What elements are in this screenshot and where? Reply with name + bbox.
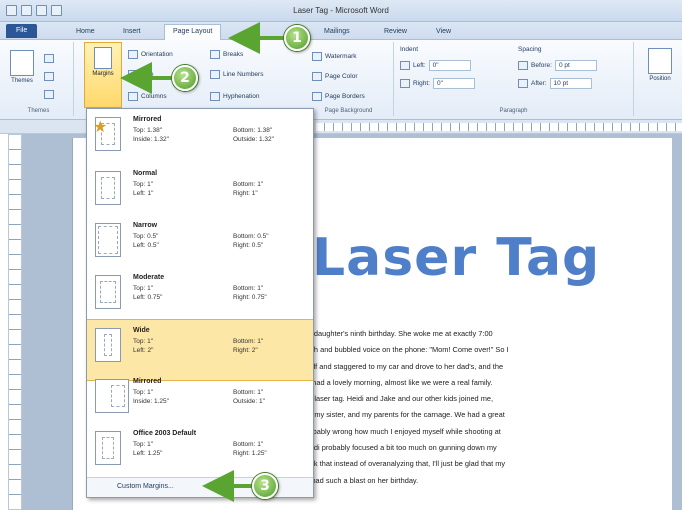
margins-button[interactable]: Margins	[84, 42, 122, 108]
margin-thumbnail	[95, 431, 121, 465]
page-borders-button[interactable]: Page Borders	[312, 92, 365, 101]
indent-left-icon	[400, 61, 410, 70]
spacing-before-icon	[518, 61, 528, 70]
watermark-icon	[312, 52, 322, 61]
indent-right-icon	[400, 79, 410, 88]
body-line: ou had a lovely morning, almost like we …	[302, 377, 493, 387]
title-bar: Laser Tag - Microsoft Word	[0, 0, 682, 22]
callout-3-badge: 3	[252, 473, 278, 499]
columns-icon	[128, 92, 138, 101]
tab-view[interactable]: View	[428, 25, 459, 40]
theme-colors-button[interactable]	[44, 54, 54, 63]
indent-left-row: Left: 0"	[400, 60, 471, 71]
tab-review[interactable]: Review	[376, 25, 415, 40]
indent-label: Indent	[400, 46, 419, 53]
body-line: think that instead of overanalyzing that…	[302, 459, 506, 469]
margin-option-mirrored-last[interactable]: ★ Mirrored Top: 1.38" Inside: 1.32" Bott…	[87, 109, 313, 171]
themes-icon	[10, 50, 34, 76]
ruler-scale	[316, 123, 682, 131]
body-line: ad, my sister, and my parents for the ca…	[302, 410, 505, 420]
theme-colors-icon	[44, 54, 54, 63]
hyphenation-icon	[210, 92, 220, 101]
body-line: Jandi probably focused a bit too much on…	[302, 443, 497, 453]
themes-group: Themes Themes	[4, 42, 74, 116]
columns-button[interactable]: Columns	[128, 92, 167, 101]
document-title[interactable]: Laser Tag	[312, 228, 600, 288]
body-line: probably wrong how much I enjoyed myself…	[302, 426, 501, 436]
body-line: ild had such a blast on her birthday.	[302, 475, 419, 485]
page-background-group: Watermark Page Color Page Borders Page B…	[304, 42, 394, 116]
indent-right-row: Right: 0"	[400, 78, 475, 89]
tab-mailings[interactable]: Mailings	[316, 25, 358, 40]
margins-dropdown: ★ Mirrored Top: 1.38" Inside: 1.32" Bott…	[86, 108, 314, 498]
tab-home[interactable]: Home	[68, 25, 103, 40]
callout-2-badge: 2	[172, 65, 198, 91]
spacing-after-field[interactable]: 10 pt	[549, 78, 592, 89]
theme-fonts-icon	[44, 72, 54, 81]
margin-thumbnail	[95, 275, 121, 309]
spacing-before-field[interactable]: 0 pt	[554, 60, 597, 71]
margin-option-office-2003[interactable]: Office 2003 Default Top: 1" Left: 1.25" …	[87, 423, 313, 485]
tab-file[interactable]: File	[6, 24, 38, 38]
indent-left-field[interactable]: 0"	[428, 60, 471, 71]
window-title: Laser Tag - Microsoft Word	[293, 6, 389, 15]
body-line: yself and staggered to my car and drove …	[302, 361, 504, 371]
line-numbers-icon	[210, 70, 220, 79]
custom-margins-item[interactable]: Custom Margins...	[87, 477, 313, 497]
margin-thumbnail	[95, 223, 121, 257]
tab-page-layout[interactable]: Page Layout	[164, 24, 222, 41]
margin-thumbnail	[95, 379, 129, 413]
margin-thumbnail	[95, 328, 121, 362]
breaks-button[interactable]: Breaks	[210, 50, 243, 59]
indent-right-field[interactable]: 0"	[432, 78, 475, 89]
theme-fonts-button[interactable]	[44, 72, 54, 81]
theme-effects-button[interactable]	[44, 90, 54, 99]
last-custom-star-icon: ★	[93, 119, 108, 136]
spacing-after-row: After: 10 pt	[518, 78, 592, 89]
position-icon	[648, 48, 672, 74]
line-numbers-button[interactable]: Line Numbers	[210, 70, 263, 79]
position-button[interactable]: Position	[644, 48, 676, 82]
body-line: eech and bubbled voice on the phone: "Mo…	[302, 345, 509, 355]
paragraph-group-label: Paragraph	[499, 108, 528, 114]
size-icon	[128, 70, 138, 79]
paragraph-group: Indent Left: 0" Right: 0" Spacing Before…	[394, 42, 634, 116]
ribbon-tabs: File Home Insert Page Layout Mailings Re…	[0, 22, 682, 41]
spacing-before-row: Before: 0 pt	[518, 60, 597, 71]
hyphenation-button[interactable]: Hyphenation	[210, 92, 260, 101]
themes-group-label: Themes	[27, 108, 50, 114]
size-button[interactable]: Size	[128, 70, 154, 79]
margins-icon	[94, 47, 112, 69]
page-background-group-label: Page Background	[324, 108, 373, 114]
body-line: my daughter's ninth birthday. She woke m…	[302, 329, 493, 338]
document-body[interactable]: my daughter's ninth birthday. She woke m…	[302, 326, 668, 489]
watermark-button[interactable]: Watermark	[312, 52, 357, 61]
orientation-icon	[128, 50, 138, 59]
themes-button[interactable]: Themes	[8, 50, 36, 84]
vertical-ruler[interactable]	[8, 134, 22, 510]
callout-1-badge: 1	[284, 25, 310, 51]
breaks-icon	[210, 50, 220, 59]
theme-effects-icon	[44, 90, 54, 99]
tab-insert[interactable]: Insert	[115, 25, 149, 40]
orientation-button[interactable]: Orientation	[128, 50, 173, 59]
margin-thumbnail	[95, 171, 121, 205]
page-color-button[interactable]: Page Color	[312, 72, 358, 81]
spacing-after-icon	[518, 79, 528, 88]
page-color-icon	[312, 72, 322, 81]
body-line: eat laser tag. Heidi and Jake and our ot…	[302, 394, 494, 404]
spacing-label: Spacing	[518, 46, 542, 53]
page-borders-icon	[312, 92, 322, 101]
